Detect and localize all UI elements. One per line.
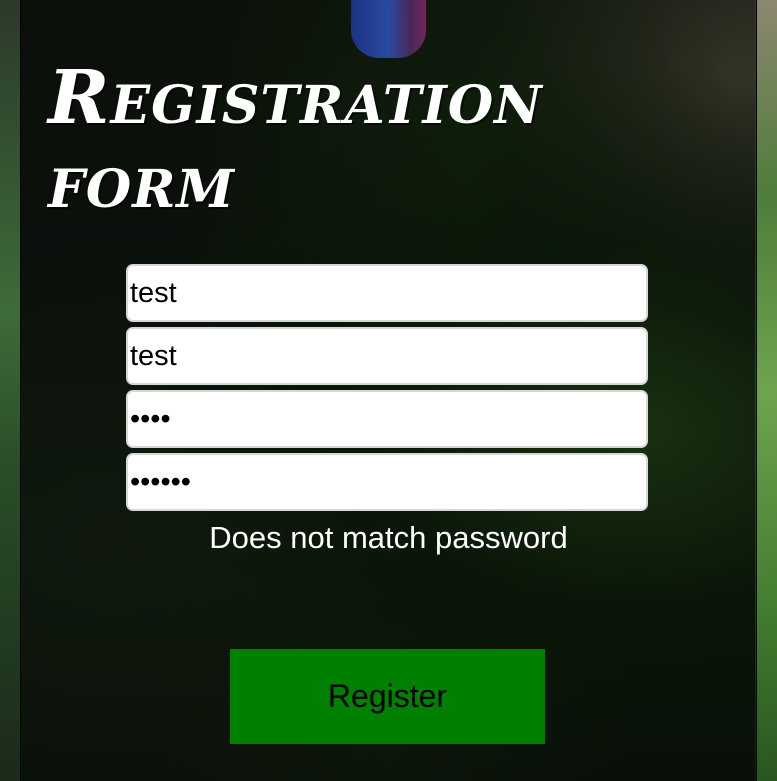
password-field[interactable] bbox=[126, 390, 648, 448]
first-text-field[interactable] bbox=[126, 264, 648, 322]
background-photo-left-strip bbox=[0, 0, 20, 781]
background-photo-right-strip bbox=[755, 0, 777, 781]
confirm-password-field[interactable] bbox=[126, 453, 648, 511]
background-bottle bbox=[351, 0, 426, 58]
register-button[interactable]: Register bbox=[230, 649, 545, 744]
page-title: Registration form bbox=[48, 55, 543, 225]
second-text-field[interactable] bbox=[126, 327, 648, 385]
password-mismatch-error: Does not match password bbox=[209, 520, 568, 555]
